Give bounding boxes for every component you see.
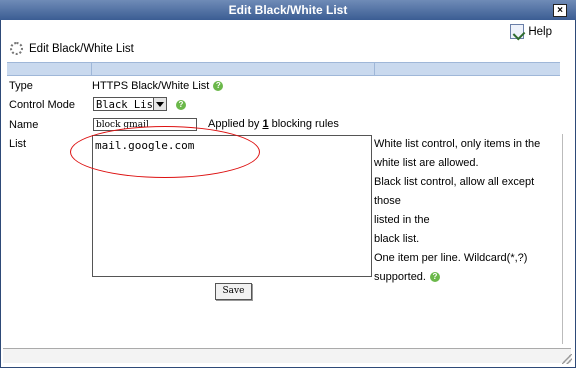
help-label: Help xyxy=(528,25,552,38)
description-line: black list. xyxy=(374,233,420,245)
description-line: White list control, only items in the xyxy=(374,138,541,150)
list-label: List xyxy=(9,138,27,150)
close-icon[interactable]: × xyxy=(553,4,567,17)
pane-title: Edit Black/White List xyxy=(10,42,134,55)
question-icon[interactable]: ? xyxy=(213,81,224,92)
question-icon[interactable]: ? xyxy=(176,100,186,110)
window-title: Edit Black/White List xyxy=(228,3,348,17)
column-divider xyxy=(374,63,375,75)
right-divider xyxy=(562,134,563,344)
applied-suffix: blocking rules xyxy=(271,118,339,130)
description-line: white list are allowed. xyxy=(374,157,479,169)
list-description: White list control, only items in the wh… xyxy=(374,135,564,287)
type-value-text: HTTPS Black/White List xyxy=(92,80,210,92)
column-divider xyxy=(91,63,92,75)
applied-count-link[interactable]: 1 xyxy=(262,118,268,130)
pane-title-text: Edit Black/White List xyxy=(29,42,134,55)
applied-by-text: Applied by 1 blocking rules xyxy=(208,118,339,130)
gear-icon xyxy=(10,42,23,55)
resize-grip-icon[interactable] xyxy=(562,354,572,364)
description-line: Black list control, allow all except tho… xyxy=(374,176,535,207)
status-bar xyxy=(3,348,571,363)
dropdown-arrow-icon[interactable] xyxy=(153,98,166,110)
control-mode-selected: Black List xyxy=(96,99,160,111)
type-value: HTTPS Black/White List? xyxy=(92,80,224,92)
description-line: One item per line. Wildcard(*,?) xyxy=(374,252,528,264)
save-button[interactable]: Save xyxy=(215,283,252,300)
help-link[interactable]: Help xyxy=(510,24,552,39)
description-line: supported.? xyxy=(374,268,564,287)
table-header-band xyxy=(7,62,560,76)
title-bar[interactable]: Edit Black/White List × xyxy=(0,0,576,20)
control-mode-select[interactable]: Black List xyxy=(93,97,167,111)
list-textarea[interactable]: mail.google.com xyxy=(92,135,372,277)
type-label: Type xyxy=(9,80,33,92)
help-icon xyxy=(510,24,525,39)
description-line: listed in the xyxy=(374,214,430,226)
applied-prefix: Applied by xyxy=(208,118,260,130)
description-line-text: supported. xyxy=(374,271,426,283)
name-label: Name xyxy=(9,119,39,131)
question-icon[interactable]: ? xyxy=(429,272,440,283)
control-mode-label: Control Mode xyxy=(9,99,76,111)
name-input[interactable]: block gmail xyxy=(93,118,197,131)
